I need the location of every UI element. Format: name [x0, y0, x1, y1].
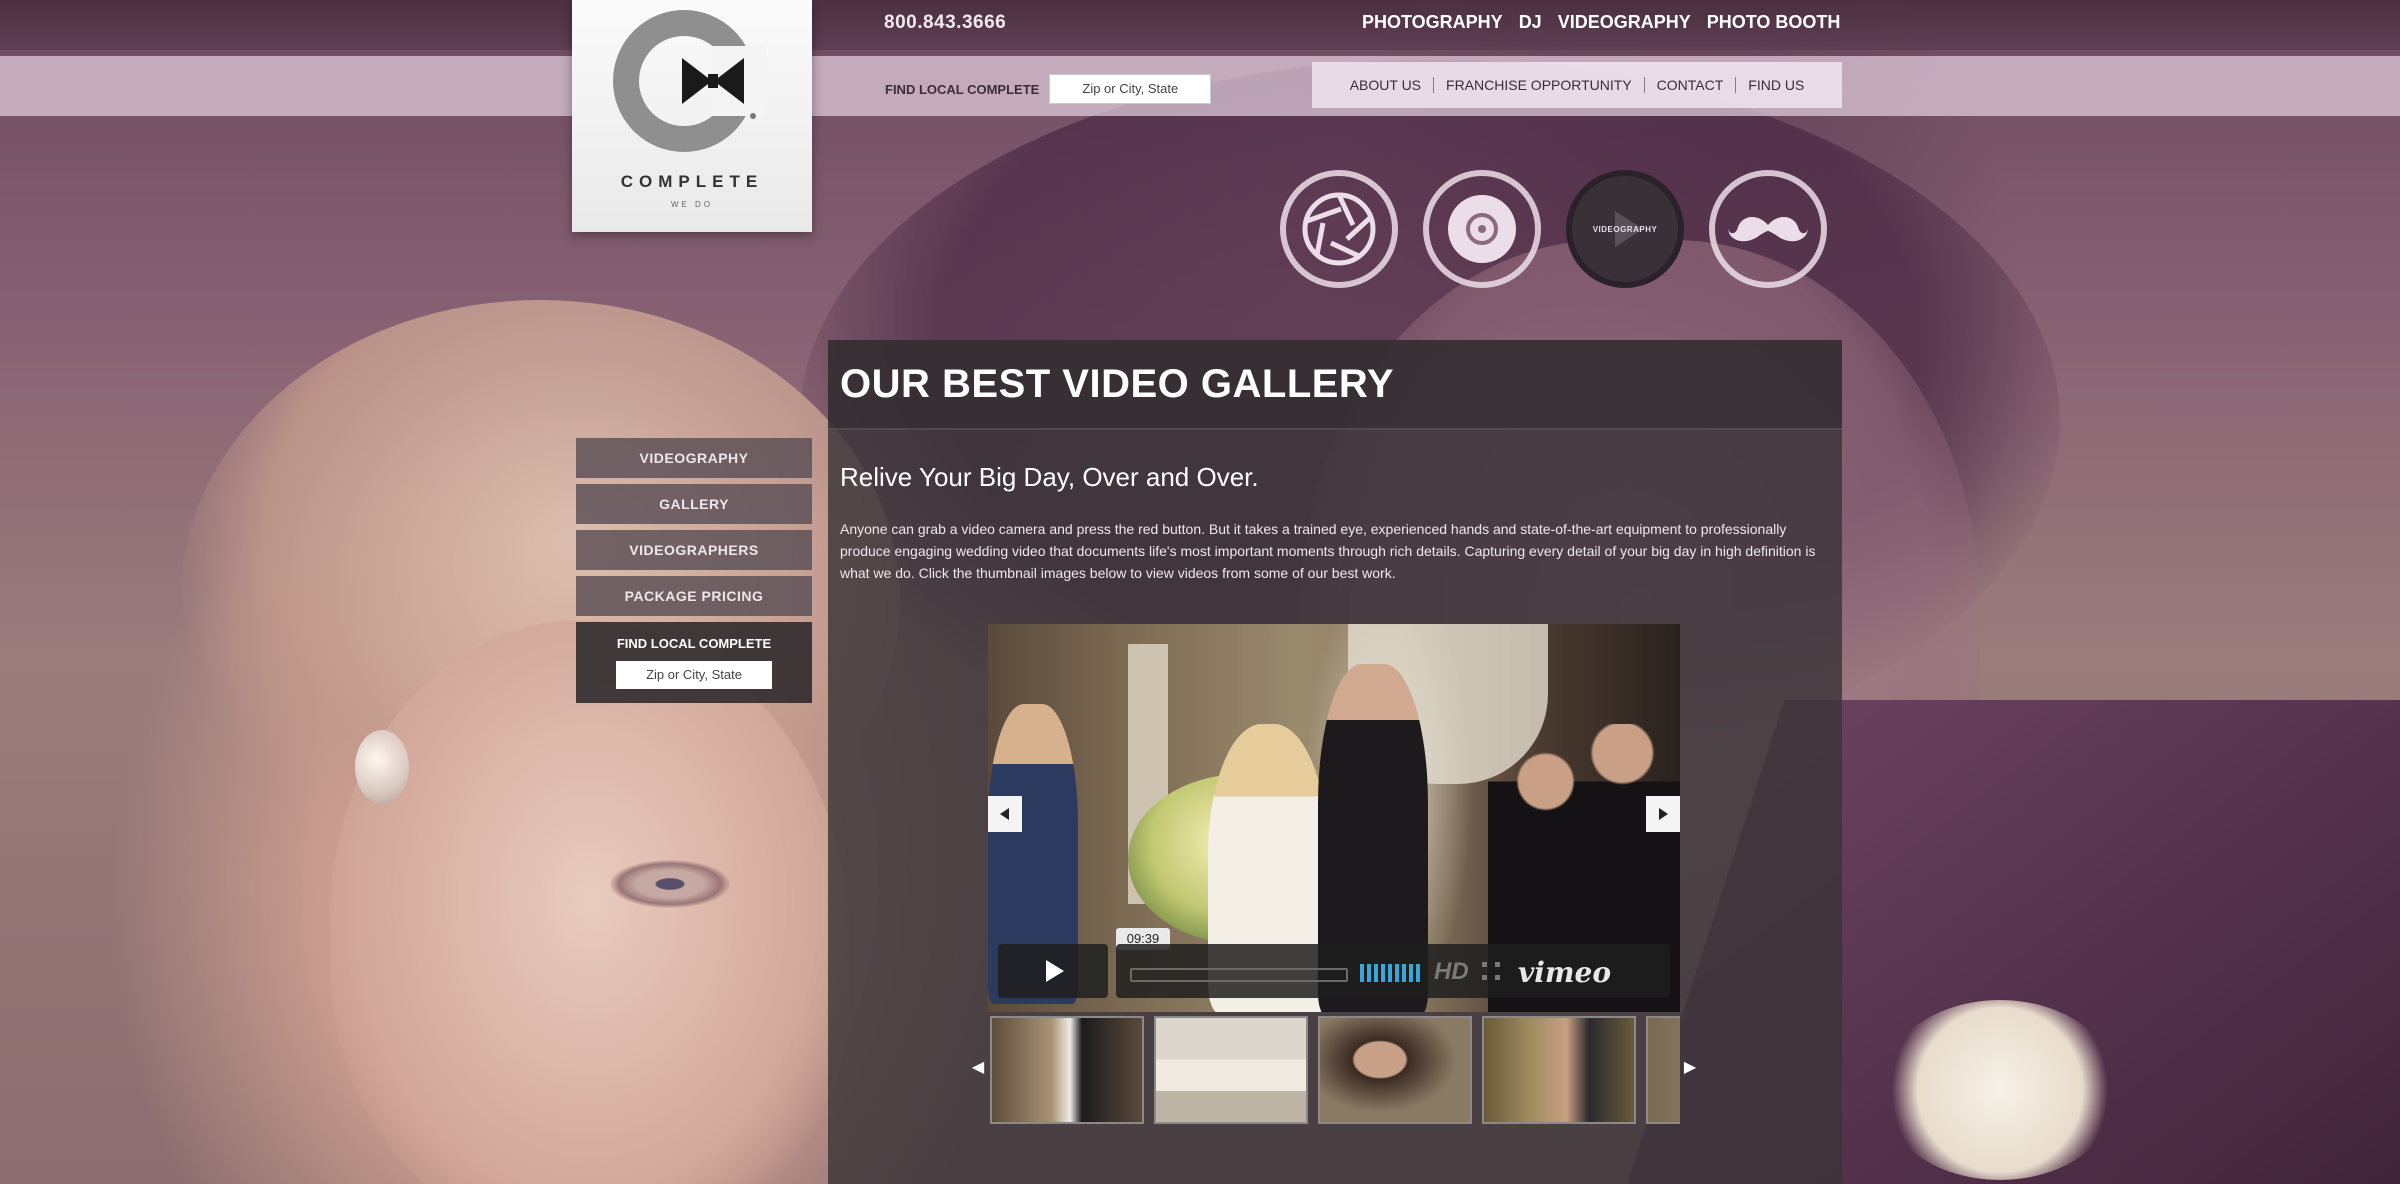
nav-contact[interactable]: CONTACT	[1645, 77, 1737, 93]
side-item-gallery[interactable]: GALLERY	[576, 484, 812, 524]
thumbnail-video-2[interactable]	[1154, 1016, 1308, 1124]
play-icon	[1046, 960, 1064, 982]
volume-bar	[1381, 964, 1385, 982]
side-item-package-pricing[interactable]: PACKAGE PRICING	[576, 576, 812, 616]
player-controls: HD vimeo	[998, 944, 1670, 998]
volume-bar	[1360, 964, 1364, 982]
thumb-next-icon[interactable]: ▶	[1680, 1058, 1700, 1078]
service-photo-booth[interactable]	[1709, 170, 1827, 288]
thumbnail-video-1[interactable]	[990, 1016, 1144, 1124]
mustache-icon	[1728, 216, 1808, 242]
video-player[interactable]: 09:39 HD vimeo	[988, 624, 1680, 1012]
thumb-prev-icon[interactable]: ◀	[968, 1058, 988, 1078]
nav-photography[interactable]: PHOTOGRAPHY	[1362, 12, 1503, 33]
logo-wordmark: COMPLETE	[620, 172, 764, 191]
service-videography-label: VIDEOGRAPHY	[1592, 224, 1658, 234]
side-find-local: FIND LOCAL COMPLETE Zip or City, State	[576, 622, 812, 703]
complete-logo-icon	[613, 10, 766, 152]
side-item-videographers[interactable]: VIDEOGRAPHERS	[576, 530, 812, 570]
header-zip-input[interactable]: Zip or City, State	[1049, 74, 1212, 104]
header-find-local: FIND LOCAL COMPLETE Zip or City, State	[885, 74, 1212, 104]
nav-dj[interactable]: DJ	[1519, 12, 1542, 33]
volume-bar	[1395, 964, 1399, 982]
site-logo[interactable]: COMPLETE WE DO	[572, 0, 812, 232]
next-video-button[interactable]	[1646, 796, 1680, 832]
volume-bar	[1409, 964, 1413, 982]
side-zip-input[interactable]: Zip or City, State	[616, 661, 772, 689]
page-title: OUR BEST VIDEO GALLERY	[840, 362, 1395, 406]
thumbnail-video-3[interactable]	[1318, 1016, 1472, 1124]
service-dj[interactable]	[1423, 170, 1541, 288]
volume-bar	[1374, 964, 1378, 982]
vimeo-logo[interactable]: vimeo	[1518, 956, 1611, 989]
service-videography[interactable]: VIDEOGRAPHY	[1566, 170, 1684, 288]
volume-bar	[1402, 964, 1406, 982]
secondary-nav: ABOUT US FRANCHISE OPPORTUNITY CONTACT F…	[1312, 62, 1842, 108]
volume-bar	[1416, 964, 1420, 982]
arrow-right-icon	[1659, 808, 1668, 820]
page-subtitle: Relive Your Big Day, Over and Over.	[840, 462, 1259, 492]
prev-video-button[interactable]	[988, 796, 1022, 832]
thumbnail-strip	[990, 1016, 1680, 1128]
hd-toggle[interactable]: HD	[1434, 958, 1469, 986]
phone-number[interactable]: 800.843.3666	[884, 12, 1006, 34]
volume-bar	[1388, 964, 1392, 982]
thumbnail-video-5[interactable]	[1646, 1016, 1680, 1124]
find-local-label: FIND LOCAL COMPLETE	[885, 81, 1040, 97]
side-find-local-label: FIND LOCAL COMPLETE	[616, 636, 772, 651]
side-item-videography[interactable]: VIDEOGRAPHY	[576, 438, 812, 478]
service-photography[interactable]	[1280, 170, 1398, 288]
volume-meter[interactable]	[1360, 964, 1420, 982]
nav-find-us[interactable]: FIND US	[1736, 77, 1816, 93]
nav-about-us[interactable]: ABOUT US	[1338, 77, 1435, 93]
side-menu: VIDEOGRAPHY GALLERY VIDEOGRAPHERS PACKAG…	[576, 438, 812, 703]
nav-franchise-opportunity[interactable]: FRANCHISE OPPORTUNITY	[1434, 77, 1645, 93]
control-bar: HD vimeo	[1116, 944, 1670, 998]
aperture-icon	[1302, 192, 1376, 266]
arrow-left-icon	[1000, 808, 1009, 820]
top-nav: PHOTOGRAPHY DJ VIDEOGRAPHY PHOTO BOOTH	[1362, 12, 1840, 33]
progress-bar[interactable]	[1130, 968, 1348, 982]
play-button[interactable]	[998, 944, 1108, 998]
logo-tagline: WE DO	[670, 200, 714, 209]
fullscreen-icon[interactable]	[1482, 962, 1500, 980]
service-circles: VIDEOGRAPHY	[1280, 170, 1827, 288]
intro-paragraph: Anyone can grab a video camera and press…	[840, 521, 1816, 581]
top-bar	[0, 0, 2400, 50]
nav-videography[interactable]: VIDEOGRAPHY	[1558, 12, 1691, 33]
nav-photo-booth[interactable]: PHOTO BOOTH	[1707, 12, 1841, 33]
volume-bar	[1367, 964, 1371, 982]
thumbnail-video-4[interactable]	[1482, 1016, 1636, 1124]
record-icon	[1448, 195, 1516, 263]
